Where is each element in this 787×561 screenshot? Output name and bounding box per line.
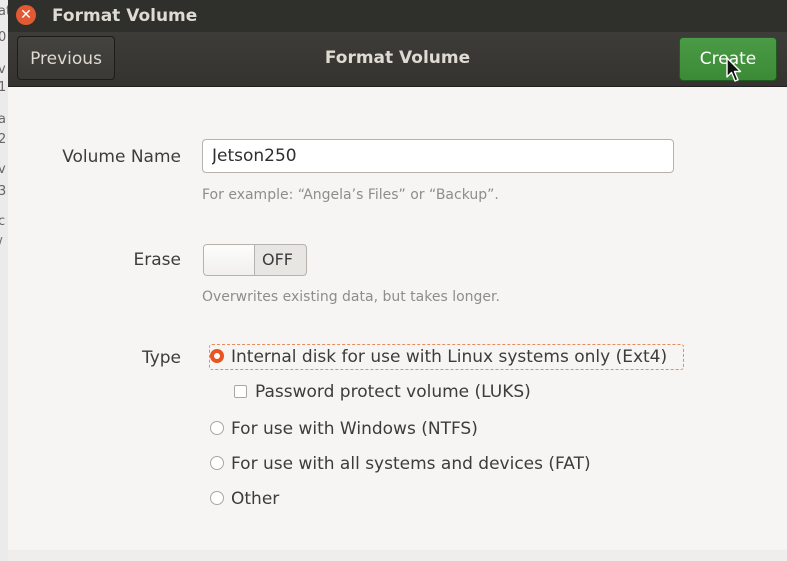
checkbox-icon xyxy=(234,385,247,398)
type-option-fat[interactable]: For use with all systems and devices (FA… xyxy=(210,454,591,474)
type-option-ext4-label: Internal disk for use with Linux systems… xyxy=(231,347,668,367)
radio-selected-icon xyxy=(210,349,224,363)
header-bar: Previous Format Volume Create xyxy=(8,32,787,87)
type-option-other-label: Other xyxy=(231,489,280,509)
radio-icon xyxy=(210,491,224,505)
volume-name-label: Volume Name xyxy=(62,147,181,167)
window-title: Format Volume xyxy=(52,6,198,26)
type-option-ext4[interactable]: Internal disk for use with Linux systems… xyxy=(210,347,667,367)
type-option-fat-label: For use with all systems and devices (FA… xyxy=(231,454,591,474)
close-icon[interactable]: ✕ xyxy=(16,5,36,25)
erase-toggle-knob xyxy=(204,245,255,275)
radio-icon xyxy=(210,421,224,435)
erase-toggle[interactable]: OFF xyxy=(203,244,307,276)
password-protect-checkbox[interactable]: Password protect volume (LUKS) xyxy=(234,382,531,402)
mouse-cursor-icon xyxy=(726,57,742,82)
window-titlebar: ✕ Format Volume xyxy=(8,0,787,32)
dialog-bottom-edge xyxy=(8,550,787,561)
volume-name-input[interactable] xyxy=(202,139,674,173)
page-title: Format Volume xyxy=(324,48,471,68)
type-option-ntfs-label: For use with Windows (NTFS) xyxy=(231,419,478,439)
format-volume-dialog: ✕ Format Volume Previous Format Volume C… xyxy=(8,0,787,561)
type-label: Type xyxy=(141,348,181,368)
password-protect-label: Password protect volume (LUKS) xyxy=(255,382,531,402)
radio-icon xyxy=(210,456,224,470)
erase-label: Erase xyxy=(133,250,181,270)
type-option-other[interactable]: Other xyxy=(210,489,279,509)
volume-name-hint: For example: “Angela’s Files” or “Backup… xyxy=(202,187,499,203)
background-window-strip: at 0 v 1 a 2 v 3 c / xyxy=(0,0,8,561)
erase-hint: Overwrites existing data, but takes long… xyxy=(202,289,500,305)
type-option-ntfs[interactable]: For use with Windows (NTFS) xyxy=(210,419,478,439)
erase-toggle-state: OFF xyxy=(262,250,293,269)
